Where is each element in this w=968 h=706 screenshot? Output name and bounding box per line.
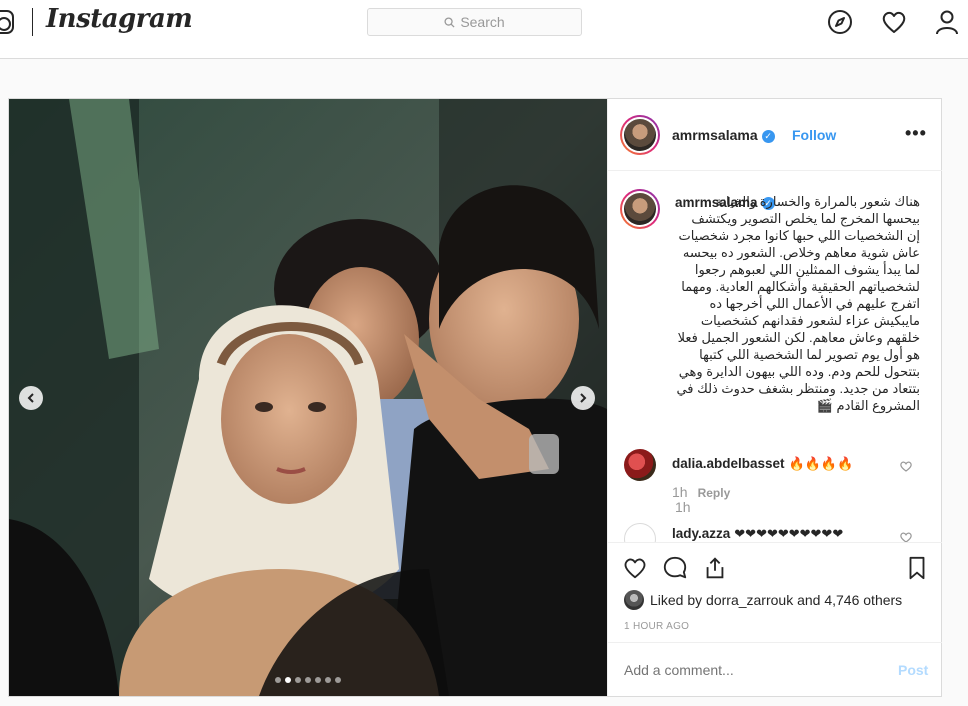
post-header: amrmsalama ✓ Follow ••• xyxy=(608,99,942,171)
liked-by-user[interactable]: dorra_zarrouk xyxy=(706,592,793,608)
liked-by-and: and xyxy=(797,592,821,608)
top-navigation: Instagram Search xyxy=(0,0,968,59)
comment-username[interactable]: lady.azza xyxy=(672,526,730,541)
add-comment-input[interactable] xyxy=(624,662,864,678)
search-placeholder: Search xyxy=(460,14,505,30)
search-box[interactable]: Search xyxy=(367,8,582,36)
like-comment-heart-icon[interactable] xyxy=(900,460,912,472)
compass-icon[interactable] xyxy=(826,8,854,36)
verified-badge-icon: ✓ xyxy=(761,129,775,143)
post-photo xyxy=(9,99,607,696)
carousel-dot xyxy=(305,677,311,683)
liked-by-others[interactable]: 4,746 others xyxy=(824,592,902,608)
like-comment-heart-icon[interactable] xyxy=(900,531,912,542)
instagram-wordmark[interactable]: Instagram xyxy=(46,4,193,34)
nav-divider xyxy=(32,8,33,36)
carousel-prev-button[interactable] xyxy=(19,386,43,410)
chevron-left-icon xyxy=(27,393,34,403)
comment-row: dalia.abdelbasset 🔥🔥🔥🔥 xyxy=(672,455,853,473)
search-icon xyxy=(444,16,455,28)
post-timestamp[interactable]: 1 HOUR AGO xyxy=(624,621,689,632)
reply-button[interactable]: Reply xyxy=(698,486,731,500)
author-username[interactable]: amrmsalama ✓ xyxy=(672,127,775,143)
comment-meta: 1h Reply xyxy=(672,484,730,500)
more-options-icon[interactable]: ••• xyxy=(905,123,927,144)
carousel-dot xyxy=(335,677,341,683)
comments-section[interactable]: amrmsalama ✓ هناك شعور بالمرارة والخسارة … xyxy=(608,171,942,542)
liked-by-prefix: Liked by xyxy=(650,592,703,608)
add-comment-bar: Post xyxy=(608,642,942,697)
liker-avatar[interactable] xyxy=(624,590,644,610)
caption-timestamp[interactable]: 1h xyxy=(675,499,691,515)
caption-author-avatar[interactable] xyxy=(620,189,660,229)
carousel-next-button[interactable] xyxy=(571,386,595,410)
heart-icon[interactable] xyxy=(880,8,908,36)
carousel-dot xyxy=(275,677,281,683)
liked-by: Liked by dorra_zarrouk and 4,746 others xyxy=(624,590,902,610)
like-heart-icon[interactable] xyxy=(622,555,648,581)
carousel-dot xyxy=(315,677,321,683)
carousel-dot xyxy=(285,677,291,683)
author-avatar[interactable] xyxy=(620,115,660,155)
commenter-avatar[interactable] xyxy=(624,449,656,481)
profile-icon[interactable] xyxy=(933,8,961,36)
comment-timestamp[interactable]: 1h xyxy=(672,484,688,500)
post-actions: Liked by dorra_zarrouk and 4,746 others … xyxy=(608,542,942,696)
comment-text: 🔥🔥🔥🔥 xyxy=(788,456,854,471)
chevron-right-icon xyxy=(580,393,587,403)
follow-button[interactable]: Follow xyxy=(792,127,836,143)
post-card: amrmsalama ✓ Follow ••• amrmsalama ✓ هناك … xyxy=(8,98,942,697)
commenter-avatar[interactable] xyxy=(624,523,656,542)
post-media[interactable] xyxy=(9,99,607,696)
bookmark-icon[interactable] xyxy=(904,555,930,581)
post-sidebar: amrmsalama ✓ Follow ••• amrmsalama ✓ هناك … xyxy=(607,99,942,696)
comment-row: lady.azza ❤❤❤❤❤❤❤❤❤❤ xyxy=(672,525,843,542)
carousel-dot xyxy=(295,677,301,683)
comment-bubble-icon[interactable] xyxy=(662,555,688,581)
post-caption: هناك شعور بالمرارة والخسارة والخيانة بيح… xyxy=(676,194,920,413)
post-comment-button[interactable]: Post xyxy=(898,662,928,678)
comment-text: ❤❤❤❤❤❤❤❤❤❤ xyxy=(734,526,844,541)
share-icon[interactable] xyxy=(702,555,728,581)
carousel-dot xyxy=(325,677,331,683)
carousel-indicator xyxy=(275,677,341,683)
comment-username[interactable]: dalia.abdelbasset xyxy=(672,456,785,471)
instagram-glyph-icon[interactable] xyxy=(0,10,14,34)
